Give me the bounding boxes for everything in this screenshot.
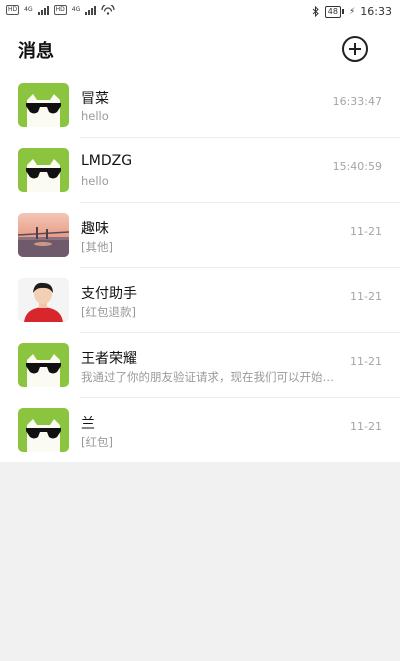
contact-name: 冒菜 (81, 91, 109, 107)
conversation-item[interactable]: 冒菜 hello 16:33:47 (0, 73, 400, 138)
hotspot-icon (101, 5, 115, 15)
status-time: 16:33 (360, 5, 392, 18)
battery-icon: 48 (324, 5, 344, 18)
sunglasses-cat-avatar (18, 343, 69, 387)
network-type: 4G (24, 6, 33, 13)
conversation-item[interactable]: 王者荣耀 我通过了你的朋友验证请求，现在我们可以开始聊天了 11-21 (0, 333, 400, 398)
contact-name: 趣味 (81, 221, 109, 237)
message-preview: [红包退款] (81, 305, 136, 319)
message-preview: hello (81, 174, 109, 188)
sunglasses-cat-avatar (18, 148, 69, 192)
contact-name: 王者荣耀 (81, 351, 137, 367)
person-red-shirt-avatar (18, 278, 69, 322)
message-preview: hello (81, 109, 109, 123)
message-preview: [红包] (81, 435, 113, 449)
message-time: 11-21 (350, 225, 382, 238)
contact-name: LMDZG (81, 153, 133, 169)
conversation-item[interactable]: LMDZG hello 15:40:59 (0, 138, 400, 203)
sunglasses-cat-avatar (18, 408, 69, 452)
message-time: 15:40:59 (332, 160, 382, 173)
contact-name: 兰 (81, 416, 95, 432)
conversation-item[interactable]: 兰 [红包] 11-21 (0, 398, 400, 463)
signal-icon-2 (85, 5, 97, 15)
message-time: 11-21 (350, 355, 382, 368)
status-bar: HD 4G HD 4G 48 ⚡ 16:33 (0, 0, 400, 24)
hd-indicator: HD (6, 5, 20, 15)
conversation-item[interactable]: 支付助手 [红包退款] 11-21 (0, 268, 400, 333)
sunset-photo-avatar (18, 213, 69, 257)
message-time: 11-21 (350, 290, 382, 303)
message-time: 16:33:47 (332, 95, 382, 108)
add-button[interactable] (342, 36, 368, 62)
hd-indicator-2: HD (53, 5, 67, 15)
message-time: 11-21 (350, 420, 382, 433)
signal-icon (37, 5, 49, 15)
contact-name: 支付助手 (81, 286, 137, 302)
conversation-list: 冒菜 hello 16:33:47 LMDZG hello 15:40:59 趣… (0, 73, 400, 463)
page-title: 消息 (18, 41, 54, 62)
network-type-2: 4G (71, 6, 81, 13)
charging-icon: ⚡ (348, 6, 356, 17)
sunglasses-cat-avatar (18, 83, 69, 127)
bluetooth-icon (312, 6, 319, 17)
message-preview: [其他] (81, 240, 113, 254)
battery-level: 48 (324, 5, 341, 18)
message-preview: 我通过了你的朋友验证请求，现在我们可以开始聊天了 (81, 370, 343, 384)
conversation-item[interactable]: 趣味 [其他] 11-21 (0, 203, 400, 268)
